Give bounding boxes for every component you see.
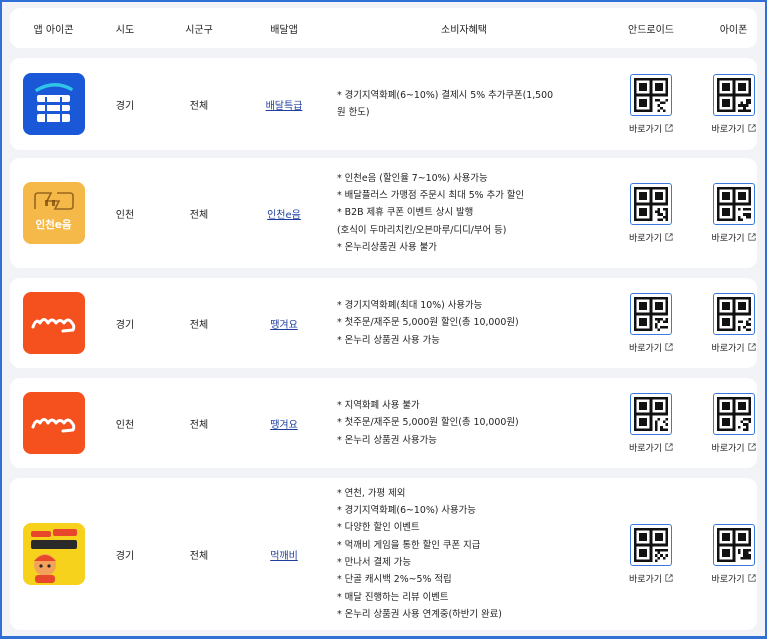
benefit-item: * 인천e음 (할인율 7~10%) 사용가능 (337, 172, 488, 184)
benefit-item: * 경기지역화폐(6~10%) 결제시 5% 추가쿠폰(1,500 (337, 89, 554, 101)
page-frame: 앱 아이콘 시도 시군구 배달앱 소비자혜택 안드로이드 아이폰 경기 전체 배… (0, 0, 767, 639)
android-go-link[interactable]: 바로가기 (629, 572, 673, 585)
header-delivery-app: 배달앱 (270, 24, 298, 36)
benefit-item: * 다양한 할인 이벤트 (337, 522, 420, 534)
benefit-item: * 지역화폐 사용 불가 (337, 400, 420, 412)
table-row: 인천e음 인천 전체 인천e음 * 인천e음 (할인율 7~10%) 사용가능 … (10, 158, 757, 268)
table-row: 경기 전체 배달특급 * 경기지역화폐(6~10%) 결제시 5% 추가쿠폰(1… (10, 58, 757, 150)
sido-cell: 인천 (115, 419, 135, 431)
table-row: 경기 전체 먹깨비 * 연천, 가평 제외 * 경기지역화폐(6~10%) 사용… (10, 478, 757, 630)
ttaenggyeoyo-app-icon (22, 292, 85, 354)
sigungu-cell: 전체 (189, 419, 209, 431)
external-link-icon (665, 124, 673, 132)
iphone-qr-code (712, 73, 755, 116)
external-link-icon (665, 443, 673, 451)
android-go-link[interactable]: 바로가기 (629, 441, 673, 454)
external-link-icon (665, 233, 673, 241)
external-link-icon (665, 343, 673, 351)
android-go-link[interactable]: 바로가기 (629, 231, 673, 244)
iphone-go-link[interactable]: 바로가기 (711, 341, 756, 354)
android-qr-code (630, 182, 672, 225)
iphone-go-link[interactable]: 바로가기 (711, 122, 756, 135)
header-android: 안드로이드 (628, 24, 674, 36)
android-qr-code (630, 292, 672, 335)
incheon-eum-logo-text: 인천e음 (35, 219, 72, 231)
ttaenggyeoyo-app-icon (22, 392, 85, 454)
benefit-item: * 첫주문/재주문 5,000원 할인(총 10,000원) (337, 317, 519, 329)
external-link-icon (747, 443, 756, 451)
delivery-app-link[interactable]: 먹깨비 (270, 547, 298, 562)
benefit-item: * B2B 제휴 쿠폰 이벤트 상시 발행 (337, 207, 474, 219)
benefit-item: * 첫주문/재주문 5,000원 할인(총 10,000원) (337, 417, 519, 429)
external-link-icon (747, 233, 756, 241)
sigungu-cell: 전체 (189, 209, 209, 221)
iphone-qr-code (712, 182, 755, 225)
benefit-item: * 매달 진행하는 리뷰 이벤트 (337, 591, 449, 603)
benefit-item: * 먹깨비 게임을 통한 할인 쿠폰 지급 (337, 539, 481, 551)
benefit-item: * 경기지역화폐(6~10%) 사용가능 (337, 505, 476, 517)
sigungu-cell: 전체 (189, 100, 209, 112)
incheon-eum-app-icon: 인천e음 (22, 182, 85, 244)
delivery-app-link[interactable]: 배달특급 (266, 97, 303, 112)
header-sido: 시도 (115, 24, 135, 36)
header-app-icon: 앱 아이콘 (33, 24, 74, 36)
benefit-list: * 경기지역화폐(6~10%) 결제시 5% 추가쿠폰(1,500 원 한도) (337, 87, 553, 122)
iphone-go-link[interactable]: 바로가기 (711, 441, 756, 454)
header-iphone: 아이폰 (719, 24, 748, 36)
benefit-list: * 인천e음 (할인율 7~10%) 사용가능 * 배달플러스 가맹점 주문시 … (337, 170, 524, 256)
benefit-item: * 온누리 상품권 사용 가능 (337, 334, 440, 346)
benefit-item: 원 한도) (337, 107, 370, 118)
benefit-item: * 연천, 가평 제외 (337, 487, 406, 499)
delivery-app-link[interactable]: 땡겨요 (270, 416, 298, 431)
sido-cell: 경기 (115, 100, 135, 112)
delivery-app-link[interactable]: 인천e음 (267, 206, 301, 221)
benefit-list: * 지역화폐 사용 불가 * 첫주문/재주문 5,000원 할인(총 10,00… (337, 397, 519, 449)
benefit-item: * 온누리 상품권 사용 연계중(하반기 완료) (337, 608, 502, 620)
sigungu-cell: 전체 (189, 319, 209, 331)
android-go-link[interactable]: 바로가기 (629, 341, 673, 354)
table-header: 앱 아이콘 시도 시군구 배달앱 소비자혜택 안드로이드 아이폰 (10, 8, 757, 48)
delivery-app-link[interactable]: 땡겨요 (270, 316, 298, 331)
benefit-item: * 온누리 상품권 사용가능 (337, 434, 437, 446)
table-row: 경기 전체 땡겨요 * 경기지역화폐(최대 10%) 사용가능 * 첫주문/재주… (10, 278, 757, 368)
iphone-qr-code (712, 292, 755, 335)
android-go-link[interactable]: 바로가기 (629, 122, 673, 135)
iphone-qr-code (712, 392, 755, 435)
external-link-icon (747, 124, 756, 132)
external-link-icon (747, 574, 756, 582)
benefit-list: * 연천, 가평 제외 * 경기지역화폐(6~10%) 사용가능 * 다양한 할… (337, 485, 502, 623)
sido-cell: 경기 (115, 550, 135, 562)
table-row: 인천 전체 땡겨요 * 지역화폐 사용 불가 * 첫주문/재주문 5,000원 … (10, 378, 757, 468)
benefit-item: * 온누리상품권 사용 불가 (337, 241, 437, 253)
iphone-go-link[interactable]: 바로가기 (711, 231, 756, 244)
android-qr-code (630, 523, 672, 566)
sigungu-cell: 전체 (189, 550, 209, 562)
benefit-item: * 배달플러스 가맹점 주문시 최대 5% 추가 할인 (337, 190, 525, 202)
benefit-item: * 경기지역화폐(최대 10%) 사용가능 (337, 300, 483, 312)
header-benefits: 소비자혜택 (441, 24, 487, 36)
meokkaebi-app-icon (22, 523, 85, 585)
external-link-icon (665, 574, 673, 582)
android-qr-code (630, 73, 672, 116)
sido-cell: 인천 (115, 209, 135, 221)
external-link-icon (747, 343, 756, 351)
baedal-teukgeup-app-icon (22, 73, 85, 135)
sido-cell: 경기 (115, 319, 135, 331)
benefit-item: * 만나서 결제 가능 (337, 557, 412, 568)
benefit-list: * 경기지역화폐(최대 10%) 사용가능 * 첫주문/재주문 5,000원 할… (337, 297, 519, 349)
benefit-item: * 단골 캐시백 2%~5% 적립 (337, 574, 452, 586)
iphone-go-link[interactable]: 바로가기 (711, 572, 756, 585)
iphone-qr-code (712, 523, 755, 566)
android-qr-code (630, 392, 672, 435)
header-sigungu: 시군구 (185, 24, 213, 36)
benefit-item: (호식이 두마리치킨/오븐마루/디디/부어 등) (337, 224, 507, 236)
